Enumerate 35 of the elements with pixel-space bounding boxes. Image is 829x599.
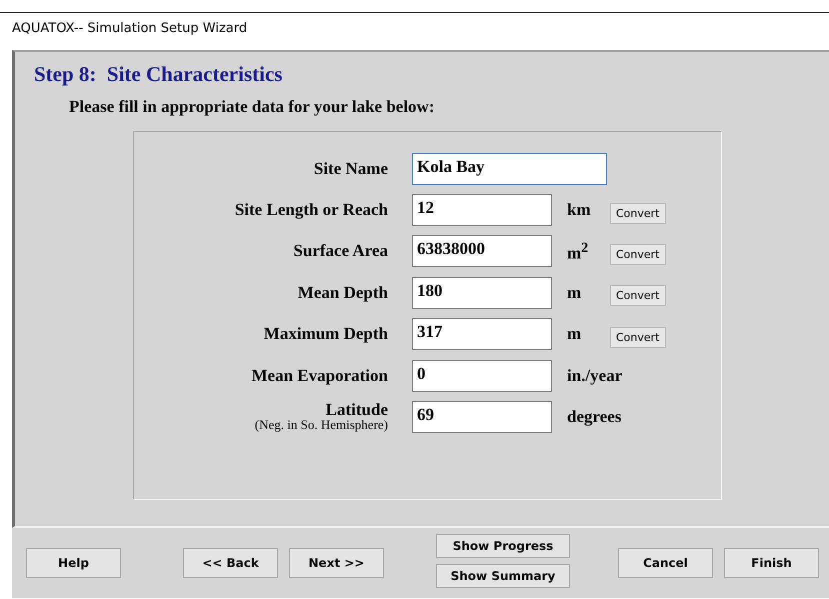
convert-button[interactable]: Convert (610, 244, 666, 265)
help-button[interactable]: Help (26, 548, 121, 578)
convert-button[interactable]: Convert (610, 326, 666, 348)
input-field[interactable]: 63838000 (412, 235, 552, 268)
input-field[interactable]: 12 (412, 194, 552, 226)
input-field[interactable]: Kola Bay (412, 152, 607, 185)
field-hint: (Neg. in So. Hemisphere) (254, 418, 388, 432)
input-field[interactable]: 180 (412, 276, 552, 309)
field-label: Latitude (326, 402, 388, 418)
window-title: AQUATOX-- Simulation Setup Wizard (12, 21, 248, 36)
convert-button[interactable]: Convert (610, 202, 666, 224)
back-button[interactable]: << Back (183, 548, 278, 578)
convert-button[interactable]: Convert (610, 285, 666, 306)
unit-label: in./year (567, 366, 622, 386)
input-field[interactable]: 317 (412, 318, 552, 350)
next-button[interactable]: Next >> (289, 548, 384, 578)
unit-label: m (567, 282, 582, 303)
unit-label: m (567, 324, 582, 344)
unit-label: km (567, 200, 592, 220)
field-label: Maximum Depth (264, 324, 388, 344)
show-progress-button[interactable]: Show Progress (436, 534, 570, 558)
input-field[interactable]: 69 (412, 401, 552, 434)
finish-button[interactable]: Finish (724, 548, 819, 578)
unit-label: m$^{2}$ (567, 240, 590, 264)
instruction-text: Please fill in appropriate data for your lake below: (69, 97, 436, 117)
field-label: Mean Evaporation (252, 366, 388, 386)
input-field[interactable]: 0 (412, 360, 552, 392)
field-label: Site Name (314, 158, 388, 179)
show-summary-button[interactable]: Show Summary (436, 564, 570, 588)
unit-label: degrees (567, 407, 622, 428)
field-label: Surface Area (293, 241, 388, 262)
step-title: Step 8: Site Characteristics (34, 61, 284, 87)
cancel-button[interactable]: Cancel (618, 548, 713, 578)
field-label: Mean Depth (298, 282, 388, 303)
field-label: Site Length or Reach (234, 200, 388, 220)
